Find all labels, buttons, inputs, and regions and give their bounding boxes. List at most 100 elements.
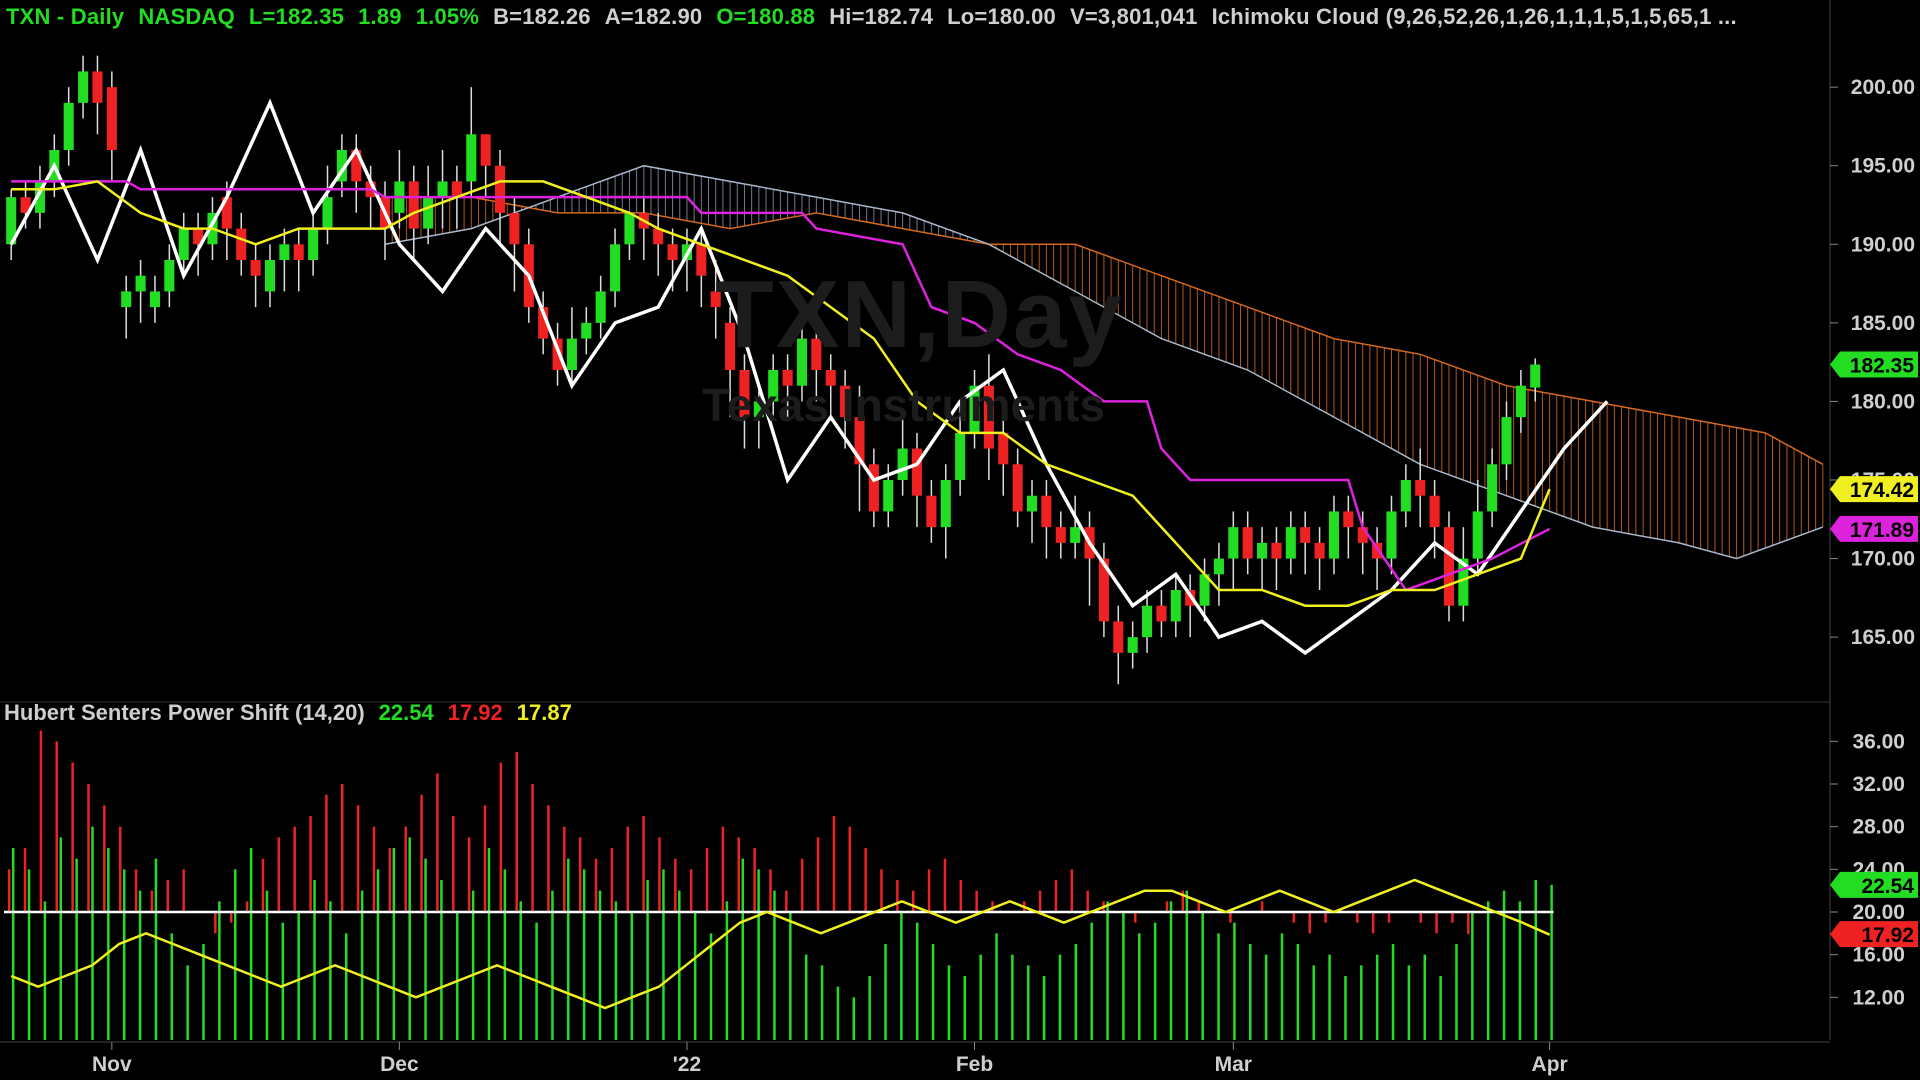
- candle-body: [250, 260, 261, 276]
- date-tick-label: Dec: [380, 1053, 419, 1076]
- date-tick-label: Feb: [956, 1053, 993, 1076]
- power-tick-label: 32.00: [1852, 773, 1905, 796]
- candle-body: [667, 244, 678, 260]
- candle-body: [1070, 527, 1081, 543]
- candle-body: [466, 134, 477, 182]
- candle-body: [1257, 542, 1268, 559]
- power-value-badge: 22.54: [1861, 875, 1914, 898]
- candle-body: [1285, 527, 1296, 559]
- candle-body: [1242, 527, 1253, 559]
- subchart-title[interactable]: Hubert Senters Power Shift (14,20): [4, 700, 365, 725]
- candle-body: [322, 197, 333, 229]
- candle-body: [1271, 542, 1282, 559]
- high-price: Hi=182.74: [829, 4, 934, 29]
- date-tick-label: '22: [673, 1053, 701, 1076]
- candle-body: [1515, 385, 1526, 418]
- subchart-header: Hubert Senters Power Shift (14,20) 22.54 1…: [4, 700, 586, 726]
- candle-body: [883, 480, 894, 512]
- candle-body: [1213, 558, 1224, 575]
- power-tick-label: 36.00: [1852, 730, 1905, 753]
- low-price: Lo=180.00: [947, 4, 1056, 29]
- candle-body: [308, 228, 319, 260]
- candle-body: [106, 87, 117, 150]
- chart-header: TXN - Daily NASDAQ L=182.35 1.89 1.05% B=182.…: [6, 4, 1751, 30]
- change-value: 1.89: [358, 4, 402, 29]
- ask-price: A=182.90: [604, 4, 703, 29]
- price-tick-label: 200.00: [1851, 76, 1915, 99]
- candles: [6, 55, 1541, 685]
- power-tick-label: 28.00: [1852, 816, 1905, 839]
- candle-body: [236, 228, 247, 260]
- candle-body: [164, 260, 175, 292]
- candle-body: [868, 464, 879, 512]
- candle-body: [1041, 495, 1052, 528]
- candle-body: [1012, 464, 1023, 512]
- candle-body: [1142, 605, 1153, 638]
- candle-body: [135, 275, 146, 292]
- price-value-badge: 174.42: [1850, 479, 1914, 502]
- change-percent: 1.05%: [415, 4, 480, 29]
- candle-body: [264, 260, 276, 292]
- candle-body: [63, 102, 74, 150]
- candle-body: [408, 181, 419, 229]
- candle-body: [1372, 542, 1383, 559]
- bid-price: B=182.26: [493, 4, 591, 29]
- watermark-symbol: TXN,Day: [715, 261, 1124, 368]
- price-tick-label: 165.00: [1851, 626, 1915, 649]
- power-tick-label: 12.00: [1852, 986, 1905, 1009]
- candle-body: [940, 480, 951, 528]
- date-tick-label: Mar: [1215, 1053, 1252, 1076]
- candle-body: [595, 291, 606, 323]
- price-tick-label: 180.00: [1851, 390, 1915, 413]
- candle-body: [581, 322, 592, 339]
- candle-body: [1357, 527, 1368, 543]
- candle-body: [1228, 527, 1239, 559]
- candle-body: [610, 244, 621, 292]
- candle-body: [1300, 527, 1311, 543]
- date-tick-label: Apr: [1532, 1053, 1568, 1076]
- candle-body: [1443, 527, 1455, 606]
- candle-body: [509, 212, 520, 245]
- last-price: L=182.35: [248, 4, 345, 29]
- candle-body: [926, 495, 937, 528]
- candle-body: [1530, 364, 1541, 388]
- candle-body: [1472, 511, 1483, 559]
- candle-body: [998, 432, 1009, 465]
- candle-body: [279, 244, 290, 260]
- subchart-green-value: 22.54: [378, 700, 434, 725]
- candle-body: [897, 448, 908, 480]
- candle-body: [1487, 464, 1498, 512]
- candle-body: [480, 134, 491, 166]
- candle-body: [495, 165, 506, 213]
- indicator-label[interactable]: Ichimoku Cloud (9,26,52,26,1,26,1,1,1,5,…: [1212, 4, 1737, 29]
- candle-body: [149, 291, 161, 308]
- candle-body: [121, 291, 132, 308]
- candle-body: [178, 228, 189, 260]
- candle-body: [1127, 637, 1138, 653]
- price-tick-label: 185.00: [1851, 312, 1915, 335]
- candle-body: [92, 71, 103, 103]
- candle-body: [1314, 542, 1325, 559]
- symbol-label[interactable]: TXN - Daily: [6, 4, 124, 29]
- candle-body: [955, 432, 966, 480]
- open-price: O=180.88: [716, 4, 816, 29]
- price-tick-label: 190.00: [1851, 233, 1915, 256]
- candle-body: [1501, 417, 1512, 465]
- candle-body: [423, 197, 434, 229]
- volume-value: V=3,801,041: [1069, 4, 1198, 29]
- price-value-badge: 182.35: [1850, 355, 1915, 378]
- exchange-label: NASDAQ: [138, 4, 235, 29]
- watermark-company: Texas Instruments: [702, 379, 1106, 431]
- price-chart-canvas[interactable]: 200.00195.00190.00185.00180.00175.00170.…: [0, 0, 1920, 1080]
- subchart-yellow-value: 17.87: [516, 700, 572, 725]
- price-value-badge: 171.89: [1850, 519, 1914, 542]
- power-tick-label: 20.00: [1852, 901, 1905, 924]
- power-signal-line: [10, 878, 1551, 1010]
- candle-body: [78, 71, 89, 103]
- candle-body: [1328, 511, 1339, 559]
- candle-body: [1113, 621, 1124, 653]
- candle-body: [293, 244, 304, 260]
- candle-body: [624, 212, 635, 245]
- candle-body: [696, 244, 707, 276]
- date-tick-label: Nov: [92, 1053, 132, 1076]
